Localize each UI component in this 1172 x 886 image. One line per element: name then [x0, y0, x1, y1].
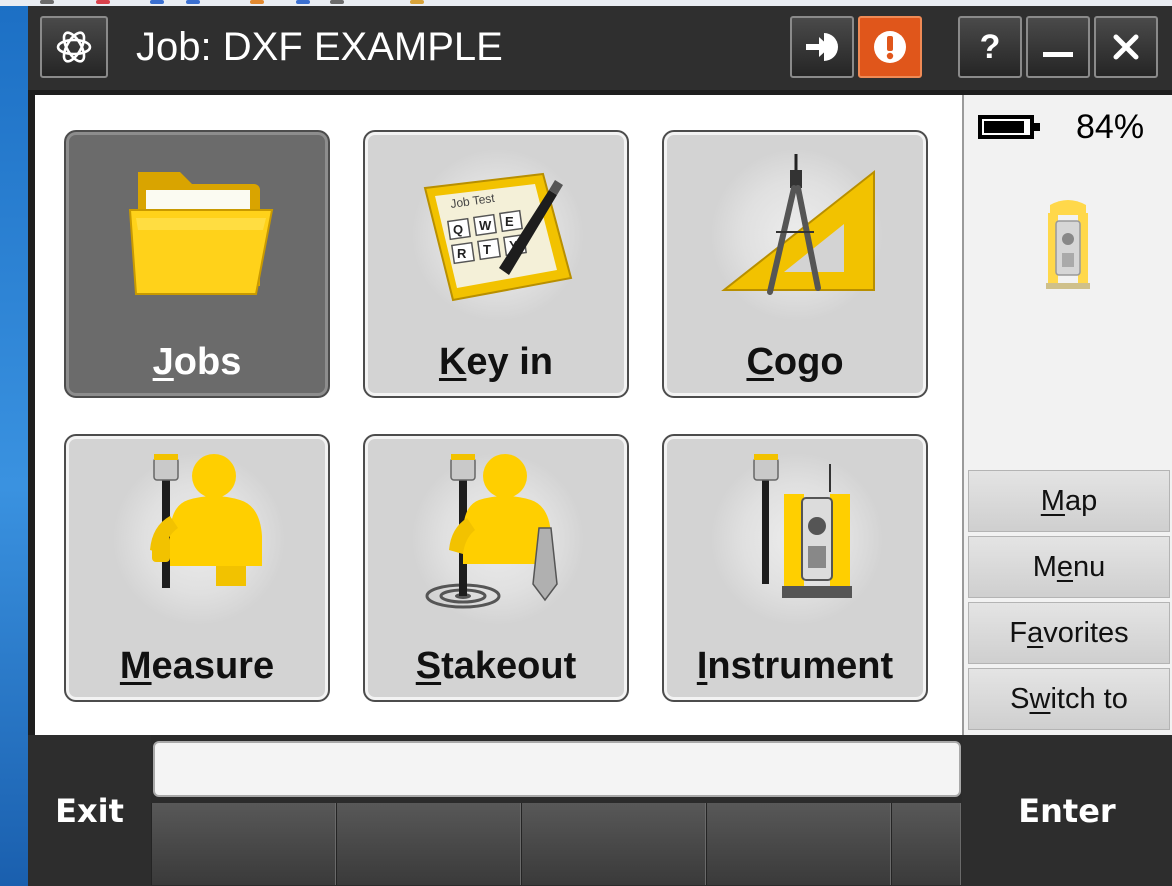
keyboard-icon: QWE RTY Job Test — [423, 172, 573, 302]
tile-label: Stakeout — [415, 645, 577, 687]
softkey-5[interactable] — [891, 803, 961, 885]
tile-label: Measure — [119, 645, 275, 687]
toolbar-mark — [186, 0, 200, 4]
main-menu-grid: Jobs QWE RTY Job Test Key in Cogo Measur… — [35, 95, 962, 735]
svg-text:R: R — [457, 246, 467, 261]
svg-text:W: W — [479, 218, 492, 233]
softkey-1[interactable] — [151, 803, 336, 885]
surveyor-stakeout-icon — [425, 454, 558, 609]
tile-key-in[interactable]: QWE RTY Job Test Key in — [363, 130, 629, 398]
softkey-3[interactable] — [521, 803, 706, 885]
app-window: Job: DXF EXAMPLE ? Jobs Q W E R T Y Job … — [28, 6, 1172, 886]
surveyor-measure-icon — [150, 454, 262, 588]
page-title: Job: DXF EXAMPLE — [136, 25, 503, 69]
minimize-icon — [1043, 51, 1073, 57]
warning-button[interactable] — [858, 16, 922, 78]
total-station-status-icon[interactable] — [1038, 195, 1098, 295]
tile-label: Jobs — [152, 341, 242, 383]
tile-measure[interactable]: Measure — [64, 434, 330, 702]
tile-instrument[interactable]: Instrument — [662, 434, 928, 702]
tile-stakeout[interactable]: Stakeout — [363, 434, 629, 702]
toolbar-mark — [250, 0, 264, 4]
menu-button[interactable]: Me nu — [968, 536, 1170, 598]
favorites-button[interactable]: Fa vorites — [968, 602, 1170, 664]
app-menu-button[interactable] — [40, 16, 108, 78]
toolbar-mark — [330, 0, 344, 4]
toolbar-mark — [150, 0, 164, 4]
connect-button[interactable] — [790, 16, 854, 78]
compass-icon — [721, 154, 875, 295]
svg-text:E: E — [505, 214, 514, 229]
help-icon: ? — [979, 27, 1001, 66]
close-button[interactable] — [1094, 16, 1158, 78]
softkey-2[interactable] — [336, 803, 521, 885]
svg-text:T: T — [483, 242, 491, 257]
battery-percent: 84% — [1076, 108, 1145, 146]
status-line — [153, 741, 961, 797]
status-panel: 84% Map Me nu Fa vorites Sw itch to — [962, 95, 1172, 735]
help-button[interactable]: ? — [958, 16, 1022, 78]
minimize-button[interactable] — [1026, 16, 1090, 78]
tile-label: Key in — [438, 341, 554, 383]
trimble-logo-icon — [56, 31, 92, 63]
exit-button[interactable]: Exit — [28, 735, 151, 886]
switch-to-button[interactable]: Sw itch to — [968, 668, 1170, 730]
close-icon — [1113, 34, 1139, 60]
enter-button[interactable]: Enter — [962, 735, 1172, 886]
tile-label: Cogo — [746, 341, 844, 383]
connect-icon — [806, 33, 838, 61]
total-station-icon — [753, 454, 852, 598]
toolbar-mark — [40, 0, 54, 4]
tile-cogo[interactable]: Cogo — [662, 130, 928, 398]
softkey-4[interactable] — [706, 803, 891, 885]
warning-icon — [874, 31, 906, 63]
map-button[interactable]: Map — [968, 470, 1170, 532]
battery-icon — [978, 115, 1040, 139]
toolbar-mark — [410, 0, 424, 4]
toolbar-mark — [296, 0, 310, 4]
folder-icon — [128, 172, 274, 295]
bottom-bar: Exit Enter — [28, 735, 1172, 886]
toolbar-mark — [96, 0, 110, 4]
tile-jobs[interactable]: Jobs — [64, 130, 330, 398]
svg-text:Q: Q — [453, 222, 463, 237]
tile-label: Instrument — [696, 645, 894, 687]
title-bar: Job: DXF EXAMPLE ? — [28, 6, 1172, 90]
